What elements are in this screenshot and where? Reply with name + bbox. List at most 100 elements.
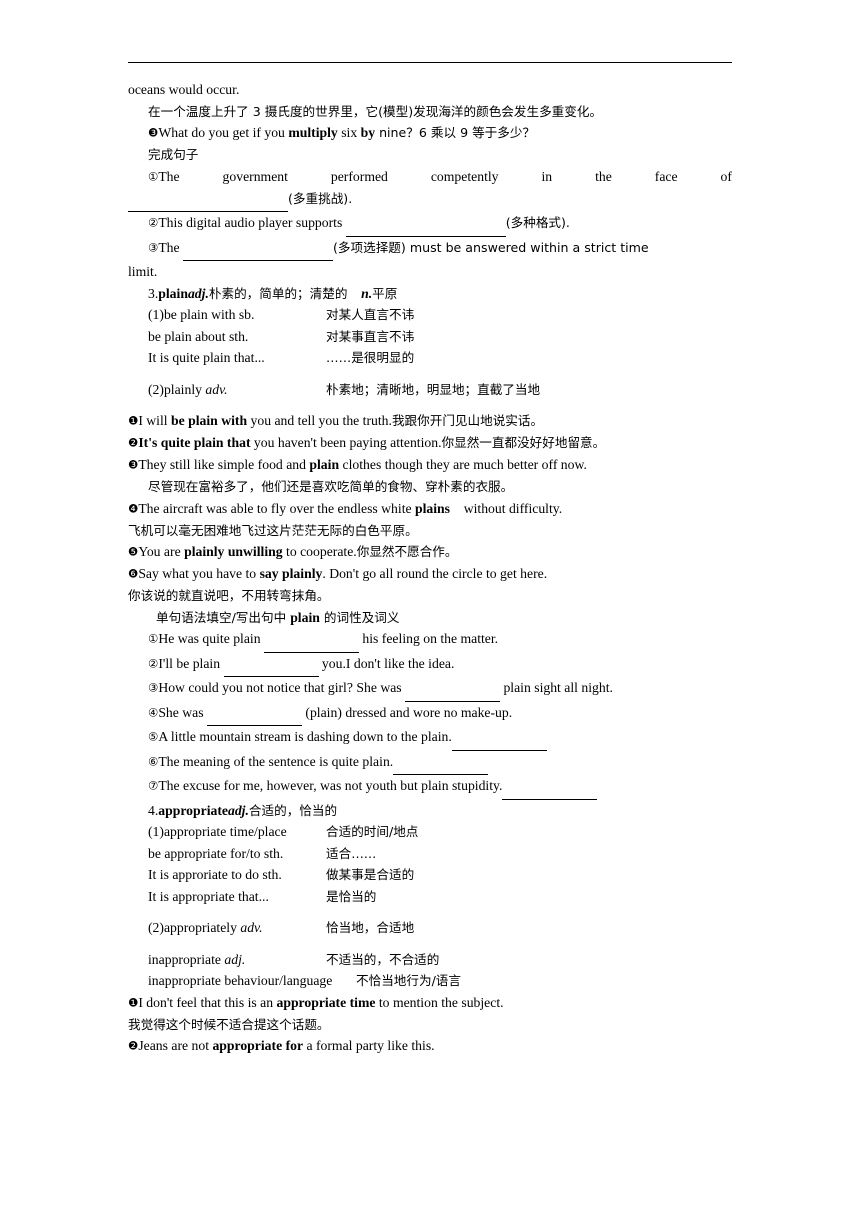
example-pre: I don't feel that this is an <box>138 994 277 1010</box>
phrase-row: inappropriate adj. 不适当的，不合适的 <box>148 949 732 971</box>
ex1-word-6: the <box>595 168 612 184</box>
answer-blank[interactable] <box>263 630 359 653</box>
entry-3-example: ❸They still like simple food and plain c… <box>128 457 587 472</box>
entry-4-phrase-list: (1)appropriate time/place 合适的时间/地点 be ap… <box>128 821 732 992</box>
example-pre: The aircraft was able to fly over the en… <box>138 500 415 516</box>
phrase-en: (2)plainly adv. <box>148 381 228 397</box>
phrase-cn: ……是很明显的 <box>326 350 415 365</box>
question-pre: The excuse for me, however, was not yout… <box>158 778 503 793</box>
entry-4-def: 合适的，恰当的 <box>248 802 338 818</box>
entry-3-example: ❺You are plainly unwilling to cooperate.… <box>128 544 458 559</box>
line-oceans-translation: 在一个温度上升了 3 摄氏度的世界里，它(模型)发现海洋的颜色会发生多重变化。 <box>148 103 603 119</box>
example-bold: be plain with <box>171 413 248 428</box>
entry-4-number: 4. <box>148 802 159 818</box>
entry-3-example-cn: 尽管现在富裕多了，他们还是喜欢吃简单的食物、穿朴素的衣服。 <box>148 479 514 494</box>
phrase-row: be appropriate for/to sth. 适合…… <box>148 843 732 865</box>
entry-3-pos: adj. <box>187 285 209 301</box>
example-multiply-pre: What do you get if you <box>158 125 289 140</box>
entry-3-def: 朴素的，简单的；清楚的 <box>208 285 348 301</box>
phrase-cn: 不恰当地行为/语言 <box>356 973 461 988</box>
example-bold: plain <box>309 457 340 472</box>
exercise-3-tail: limit. <box>128 264 158 279</box>
phrase-row: (2)appropriately adv. 恰当地，合适地 <box>148 917 732 939</box>
example-bold: plainly unwilling <box>184 544 283 559</box>
example-post: . Don't go all round the circle to get h… <box>322 566 548 581</box>
phrase-en: (1)appropriate time/place <box>148 824 287 839</box>
question-number: ④ <box>148 705 159 719</box>
document-page: oceans would occur. 在一个温度上升了 3 摄氏度的世界里，它… <box>0 0 860 1216</box>
example-multiply-bold-b: by <box>360 125 376 140</box>
ex1-word-7: face <box>654 168 678 184</box>
question-post: (plain) dressed and wore no make-up. <box>301 704 513 720</box>
example-pre: Jeans are not <box>138 1038 213 1053</box>
entry-3-questions: ①He was quite plain his feeling on the m… <box>128 628 732 800</box>
phrase-cn: 适合…… <box>326 845 377 861</box>
exercise-1-blank-line: (多重挑战). <box>128 188 732 212</box>
entry-4-word: appropriate <box>158 802 228 818</box>
question-item: ②I'll be plain you.I don't like the idea… <box>148 653 732 677</box>
answer-blank[interactable] <box>128 190 288 212</box>
answer-blank[interactable] <box>223 655 319 677</box>
entry-3-example: ❶I will be plain with you and tell you t… <box>128 413 544 428</box>
bullet-3: ❸ <box>148 125 159 140</box>
question-post: his feeling on the matter. <box>358 631 499 646</box>
example-pre: Say what you have to <box>138 566 260 581</box>
example-multiply-mid: six <box>337 125 361 140</box>
phrase-en: inappropriate adj. <box>148 951 246 967</box>
question-item: ①He was quite plain his feeling on the m… <box>148 628 732 653</box>
example-bold: plains <box>415 500 451 516</box>
entry-4-example: ❶I don't feel that this is an appropriat… <box>128 994 504 1010</box>
ex1-word-3: performed <box>330 168 388 184</box>
entry-3-example: ❹The aircraft was able to fly over the e… <box>128 500 563 516</box>
answer-blank[interactable] <box>405 679 501 702</box>
example-bold: appropriate for <box>212 1038 304 1053</box>
entry-3-number: 3. <box>148 285 159 301</box>
question-number: ② <box>148 656 159 670</box>
answer-blank[interactable] <box>183 239 334 261</box>
phrase-en: It is quite plain that... <box>148 350 265 365</box>
exercise-1: ①The government performed competently in… <box>128 166 732 188</box>
entry-3-example: ❻Say what you have to say plainly. Don't… <box>128 566 548 581</box>
phrase-row: It is appropriate that... 是恰当的 <box>148 886 732 908</box>
phrase-row: (1)appropriate time/place 合适的时间/地点 <box>148 821 732 843</box>
answer-blank[interactable] <box>206 704 302 726</box>
ex3-mid: (多项选择题) must be answered within a strict… <box>333 239 649 255</box>
question-number: ③ <box>148 680 159 695</box>
exercise-3: ③The (多项选择题) must be answered within a s… <box>128 237 732 261</box>
entry-4-example-cn: 我觉得这个时候不适合提这个话题。 <box>128 1016 330 1032</box>
example-cn: 你显然不愿合作。 <box>356 544 458 559</box>
answer-blank[interactable] <box>502 777 598 800</box>
example-pre: I will <box>138 413 172 428</box>
task-bold: plain <box>290 609 320 625</box>
answer-blank[interactable] <box>393 753 489 775</box>
line-oceans: oceans would occur. <box>128 82 240 97</box>
task-pre: 单句语法填空/写出句中 <box>156 609 291 625</box>
ex1-num: ①The <box>148 168 180 184</box>
ex3-head: The <box>158 239 184 255</box>
question-pre: I'll be plain <box>158 655 224 671</box>
question-pre: He was quite plain <box>158 631 264 646</box>
example-cn: 我跟你开门见山地说实话。 <box>391 413 544 428</box>
example-post: to mention the subject. <box>375 994 504 1010</box>
answer-blank[interactable] <box>451 728 547 751</box>
example-pre: You are <box>138 544 185 559</box>
exercise-1-line: ①The government performed competently in… <box>148 166 732 188</box>
ex1-word-5: in <box>541 168 553 184</box>
phrase-row: (2)plainly adv. 朴素地；清晰地，明显地；直截了当地 <box>148 379 732 401</box>
question-item: ④She was (plain) dressed and wore no mak… <box>148 702 732 726</box>
answer-blank[interactable] <box>345 214 506 237</box>
ex1-tail: (多重挑战). <box>288 190 353 206</box>
phrase-cn: 朴素地；清晰地，明显地；直截了当地 <box>326 381 541 397</box>
example-multiply-post: nine？6 乘以 9 等于多少？ <box>375 125 536 140</box>
question-pre: How could you not notice that girl? She … <box>158 680 406 695</box>
complete-sentences-label: 完成句子 <box>148 147 199 162</box>
phrase-cn: 做某事是合适的 <box>326 867 415 882</box>
phrase-en: (2)appropriately adv. <box>148 920 263 935</box>
example-cn: 你显然一直都没好好地留意。 <box>441 435 606 450</box>
entry-3-task-label: 单句语法填空/写出句中 plain 的词性及词义 <box>128 607 732 629</box>
question-item: ⑦The excuse for me, however, was not you… <box>148 775 732 800</box>
question-number: ① <box>148 631 159 646</box>
